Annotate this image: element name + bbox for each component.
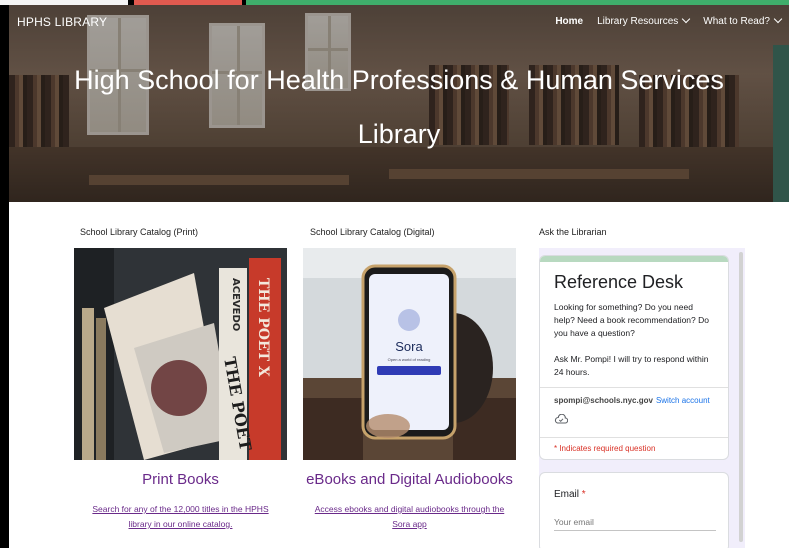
print-books-title[interactable]: Print Books bbox=[74, 471, 287, 488]
print-books-image[interactable]: ACEVEDO THE POET THE POET X bbox=[74, 248, 287, 460]
sora-app-image[interactable]: Sora Open a world of reading bbox=[303, 248, 516, 460]
switch-account-link[interactable]: Switch account bbox=[656, 396, 710, 405]
page-title-line1: High School for Health Professions & Hum… bbox=[74, 65, 724, 95]
chevron-down-icon bbox=[773, 14, 783, 24]
spine-text: ACEVEDO bbox=[230, 278, 241, 331]
spine-text: THE POET X bbox=[255, 278, 271, 377]
hero-banner: HPHS LIBRARY Home Library Resources What… bbox=[9, 5, 789, 202]
email-field[interactable] bbox=[554, 514, 716, 531]
main-nav: Home Library Resources What to Read? bbox=[555, 14, 783, 27]
form-accent-bar bbox=[540, 256, 728, 262]
nav-item-home[interactable]: Home bbox=[555, 16, 583, 27]
chevron-down-icon bbox=[682, 14, 691, 24]
print-catalog-link[interactable]: Search for any of the 12,000 titles in t… bbox=[74, 502, 287, 532]
print-catalog-label: School Library Catalog (Print) bbox=[80, 227, 199, 237]
sora-app-link[interactable]: Access ebooks and digital audiobooks thr… bbox=[303, 502, 516, 532]
sora-tagline: Open a world of reading bbox=[388, 357, 431, 362]
site-brand[interactable]: HPHS LIBRARY bbox=[17, 15, 107, 29]
form-header-card: Reference Desk Looking for something? Do… bbox=[539, 255, 729, 460]
page: HPHS LIBRARY Home Library Resources What… bbox=[9, 5, 789, 548]
digital-catalog-label: School Library Catalog (Digital) bbox=[310, 227, 435, 237]
sora-app-name: Sora bbox=[395, 339, 423, 354]
ebooks-title[interactable]: eBooks and Digital Audiobooks bbox=[303, 471, 516, 488]
reference-desk-form: Reference Desk Looking for something? Do… bbox=[539, 248, 745, 548]
nav-item-label: Library Resources bbox=[597, 16, 679, 27]
required-star: * bbox=[581, 489, 586, 500]
cloud-save-icon bbox=[554, 413, 569, 424]
print-catalog-link-line1: Search for any of the 12,000 titles in t… bbox=[92, 504, 269, 514]
page-title: High School for Health Professions & Hum… bbox=[9, 53, 789, 161]
email-label: Email * bbox=[554, 489, 728, 500]
print-catalog-link-line2: library in our online catalog. bbox=[128, 519, 233, 529]
page-title-line2: Library bbox=[357, 119, 441, 149]
books-photo: ACEVEDO THE POET THE POET X bbox=[74, 248, 287, 460]
sora-app-link-line1: Access ebooks and digital audiobooks thr… bbox=[314, 504, 505, 514]
account-row: spompi@schools.nyc.gov Switch account bbox=[540, 387, 728, 405]
form-description-para: Looking for something? Do you need help?… bbox=[554, 302, 709, 338]
form-scrollbar[interactable] bbox=[739, 252, 743, 542]
nav-item-label: What to Read? bbox=[703, 16, 770, 27]
form-title: Reference Desk bbox=[554, 272, 684, 292]
ask-librarian-label: Ask the Librarian bbox=[539, 227, 607, 237]
form-description: Looking for something? Do you need help?… bbox=[554, 301, 716, 379]
form-description-para: Ask Mr. Pompi! I will try to respond wit… bbox=[554, 354, 709, 377]
required-note: * Indicates required question bbox=[540, 437, 728, 459]
email-label-text: Email bbox=[554, 489, 580, 500]
email-question-card: Email * bbox=[539, 472, 729, 548]
account-email: spompi@schools.nyc.gov bbox=[554, 396, 653, 405]
nav-item-library-resources[interactable]: Library Resources bbox=[597, 14, 691, 27]
sora-app-link-line2: Sora app bbox=[392, 519, 427, 529]
nav-item-what-to-read[interactable]: What to Read? bbox=[703, 14, 783, 27]
phone-photo: Sora Open a world of reading bbox=[303, 248, 516, 460]
